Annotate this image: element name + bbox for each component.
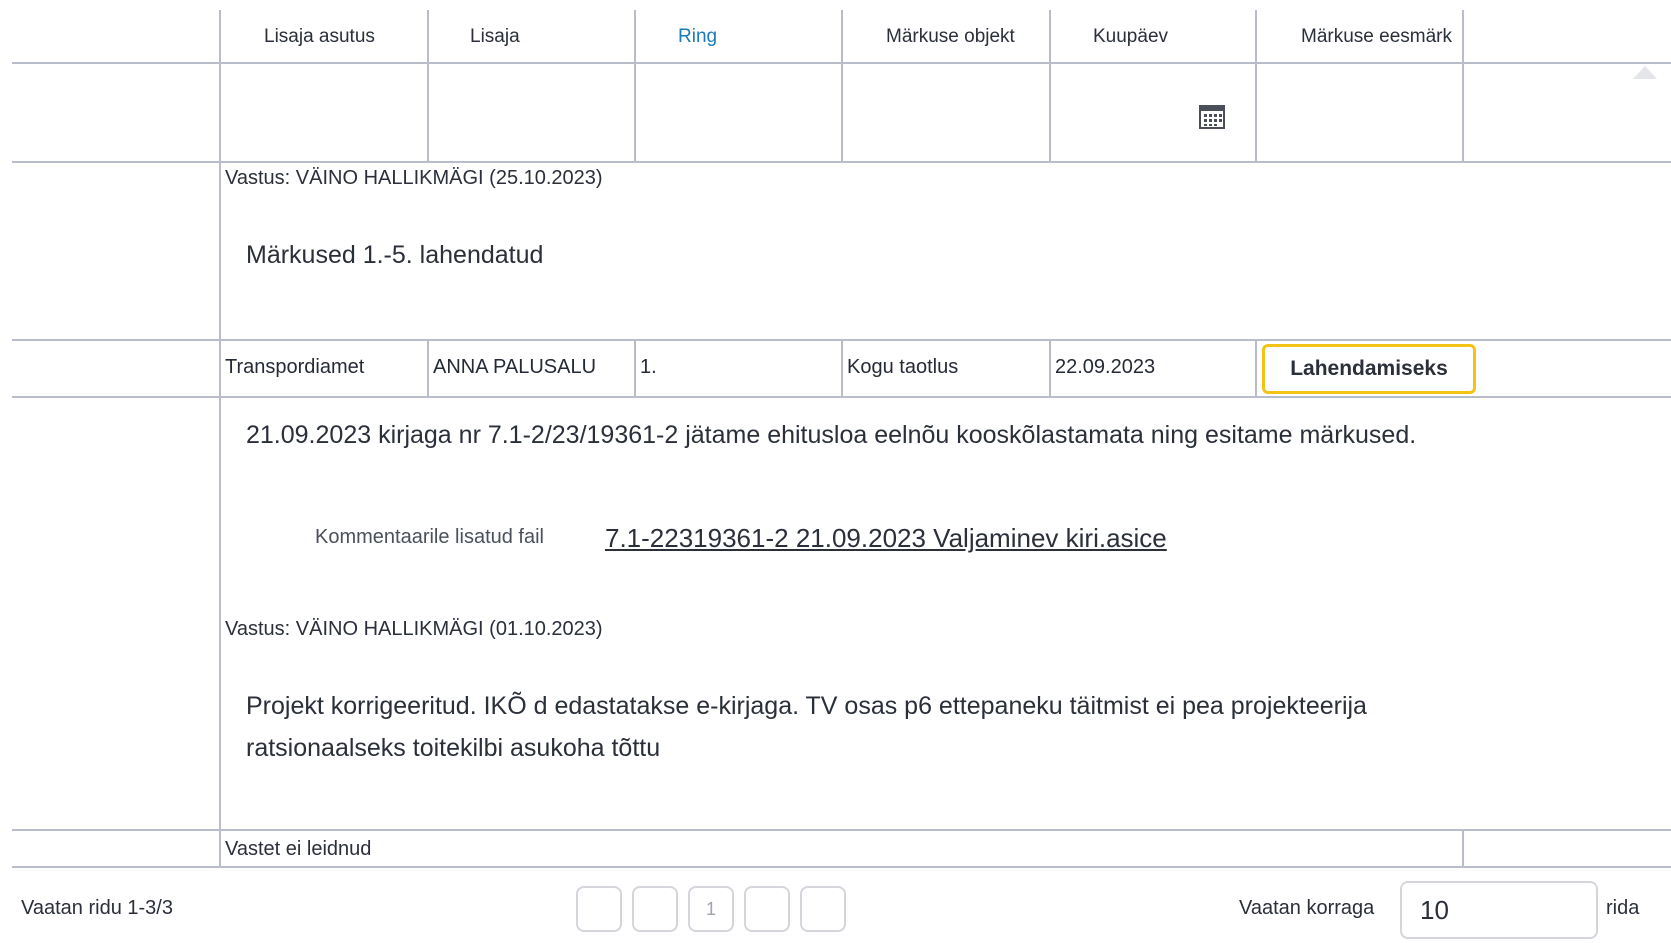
next-page-button[interactable] <box>744 886 790 932</box>
answer-label: Vastus: VÄINO HALLIKMÄGI (25.10.2023) <box>225 167 603 189</box>
attachment-label: Kommentaarile lisatud fail <box>315 526 544 548</box>
column-divider <box>219 10 221 163</box>
per-page-input[interactable]: 10 <box>1400 881 1598 939</box>
answer-text-line1: Projekt korrigeeritud. IKÕ d edastatakse… <box>246 692 1367 720</box>
gutter-divider <box>219 161 221 868</box>
column-divider <box>427 10 429 163</box>
column-divider <box>1049 339 1051 398</box>
column-divider <box>634 10 636 163</box>
column-divider <box>1462 10 1464 163</box>
column-divider <box>427 339 429 398</box>
cell-lisaja-asutus: Transpordiamet <box>225 356 365 378</box>
last-page-button[interactable] <box>800 886 846 932</box>
no-result-text: Vastet ei leidnud <box>225 838 372 860</box>
header-markuse-objekt[interactable]: Märkuse objekt <box>886 26 1015 48</box>
header-ring[interactable]: Ring <box>678 26 717 48</box>
header-lisaja[interactable]: Lisaja <box>470 26 520 48</box>
table-bottom-divider <box>12 866 1671 868</box>
page-button-1[interactable]: 1 <box>688 886 734 932</box>
column-divider <box>841 339 843 398</box>
cell-ring: 1. <box>640 356 657 378</box>
answer-text: Märkused 1.-5. lahendatud <box>246 241 544 269</box>
comment-text: 21.09.2023 kirjaga nr 7.1-2/23/19361-2 j… <box>246 421 1417 449</box>
row-divider <box>12 829 1671 831</box>
answer-text-line2: ratsionaalseks toitekilbi asukoha tõttu <box>246 734 661 762</box>
cell-kuupaev: 22.09.2023 <box>1055 356 1156 378</box>
column-divider <box>634 339 636 398</box>
column-divider <box>1462 829 1464 868</box>
scroll-up-arrow-icon[interactable] <box>1633 66 1657 79</box>
cell-lisaja: ANNA PALUSALU <box>433 356 597 378</box>
cell-markuse-objekt: Kogu taotlus <box>847 356 959 378</box>
column-divider <box>1255 10 1257 163</box>
per-page-suffix: rida <box>1606 897 1640 919</box>
column-divider <box>1049 10 1051 163</box>
per-page-label: Vaatan korraga <box>1239 897 1375 919</box>
column-divider <box>841 10 843 163</box>
header-kuupaev[interactable]: Kuupäev <box>1093 26 1168 48</box>
header-lisaja-asutus[interactable]: Lisaja asutus <box>264 26 375 48</box>
status-badge: Lahendamiseks <box>1262 344 1476 394</box>
calendar-icon[interactable] <box>1199 104 1225 130</box>
first-page-button[interactable] <box>576 886 622 932</box>
answer-label: Vastus: VÄINO HALLIKMÄGI (01.10.2023) <box>225 618 603 640</box>
prev-page-button[interactable] <box>632 886 678 932</box>
header-markuse-eesmark[interactable]: Märkuse eesmärk <box>1301 26 1452 48</box>
rows-info: Vaatan ridu 1-3/3 <box>21 897 173 919</box>
attachment-link[interactable]: 7.1-22319361-2 21.09.2023 Valjaminev kir… <box>605 523 1167 554</box>
column-divider <box>1255 339 1257 398</box>
